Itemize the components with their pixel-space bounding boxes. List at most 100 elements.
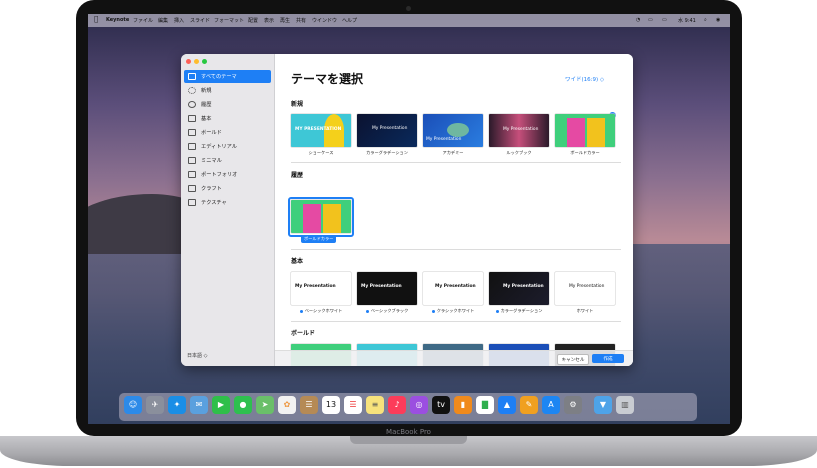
cancel-button[interactable]: キャンセル: [557, 354, 589, 365]
facetime-icon[interactable]: ▶: [212, 396, 230, 414]
app-menu[interactable]: Keynote: [106, 17, 129, 23]
theme-label-text: カラーグラデーション: [500, 308, 543, 313]
sidebar-item-texture[interactable]: テクスチャ: [184, 196, 271, 209]
theme-thumb-bold-color[interactable]: [555, 114, 615, 147]
create-button[interactable]: 作成: [592, 354, 624, 363]
thumb-title: My Presentation: [361, 284, 402, 289]
section-new-heading: 新規: [291, 101, 304, 108]
sidebar-item-label: すべてのテーマ: [201, 74, 237, 80]
menu-arrange[interactable]: 配置: [248, 17, 258, 24]
aspect-ratio-popup[interactable]: ワイド(16:9) ◇: [565, 75, 604, 83]
basic-icon: [188, 115, 196, 122]
sidebar-item-new[interactable]: 新規: [184, 84, 271, 97]
minimize-button[interactable]: [194, 59, 199, 64]
trash-icon[interactable]: ▥: [616, 396, 634, 414]
menu-view[interactable]: 表示: [264, 17, 274, 24]
battery-icon[interactable]: ▭: [662, 17, 667, 23]
music-icon[interactable]: ♪: [388, 396, 406, 414]
menu-play[interactable]: 再生: [280, 17, 290, 24]
zoom-button[interactable]: [202, 59, 207, 64]
texture-icon: [188, 199, 196, 206]
theme-figure: [303, 204, 321, 233]
finder-icon[interactable]: ☺: [124, 396, 142, 414]
launchpad-icon[interactable]: ✈: [146, 396, 164, 414]
reminders-icon[interactable]: ☰: [344, 396, 362, 414]
siri-icon[interactable]: ◉: [716, 17, 720, 23]
clock[interactable]: 水 9:41: [678, 17, 696, 24]
thumb-title: My Presentation: [426, 137, 462, 142]
notes-icon[interactable]: ≡: [366, 396, 384, 414]
camera: [406, 6, 411, 11]
menu-slide[interactable]: スライド: [190, 17, 210, 24]
sidebar-item-label: 履歴: [201, 102, 212, 108]
tv-icon[interactable]: tv: [432, 396, 450, 414]
sidebar-item-bold[interactable]: ボールド: [184, 126, 271, 139]
contacts-icon[interactable]: ☰: [300, 396, 318, 414]
menu-window[interactable]: ウインドウ: [312, 17, 337, 24]
apple-menu-icon[interactable]: : [94, 15, 98, 23]
theme-thumb-basic-gradient[interactable]: My Presentation: [489, 272, 549, 305]
language-selector[interactable]: 日本語 ◇: [187, 352, 207, 359]
thumb-title: MY PRESENTATION: [295, 127, 342, 132]
pages-icon[interactable]: ✎: [520, 396, 538, 414]
airplay-icon[interactable]: ▭: [648, 17, 653, 23]
theme-thumb-academy[interactable]: My Presentation: [423, 114, 483, 147]
menu-file[interactable]: ファイル: [133, 17, 153, 24]
mail-icon[interactable]: ✉: [190, 396, 208, 414]
theme-label-text: ベーシックブラック: [370, 308, 409, 313]
keynote-icon[interactable]: ▲: [498, 396, 516, 414]
theme-thumb-color-gradient[interactable]: My Presentation: [357, 114, 417, 147]
section-divider: [291, 321, 621, 322]
menu-help[interactable]: ヘルプ: [342, 17, 357, 24]
sidebar-item-editorial[interactable]: エディトリアル: [184, 140, 271, 153]
calendar-icon[interactable]: 13: [322, 396, 340, 414]
photos-icon[interactable]: ✿: [278, 396, 296, 414]
sidebar-item-craft[interactable]: クラフト: [184, 182, 271, 195]
sidebar-item-label: ミニマル: [201, 158, 222, 164]
sidebar-item-all-themes[interactable]: すべてのテーマ: [184, 70, 271, 83]
sidebar-item-label: ボールド: [201, 130, 222, 136]
theme-thumb-recent-bold-color[interactable]: [291, 200, 351, 233]
wifi-icon[interactable]: ◔: [636, 17, 640, 23]
theme-thumb-white[interactable]: My Presentation: [555, 272, 615, 305]
system-preferences-icon[interactable]: ⚙: [564, 396, 582, 414]
podcasts-icon[interactable]: ◎: [410, 396, 428, 414]
theme-thumb-basic-black[interactable]: My Presentation: [357, 272, 417, 305]
download-dot-icon: [431, 309, 435, 313]
close-button[interactable]: [186, 59, 191, 64]
thumb-title: My Presentation: [372, 126, 408, 131]
menu-format[interactable]: フォーマット: [214, 17, 244, 24]
section-bold-heading: ボールド: [291, 330, 316, 337]
theme-label-text: クラシックホワイト: [436, 308, 475, 313]
menu-share[interactable]: 共有: [296, 17, 306, 24]
sidebar-item-label: ポートフォリオ: [201, 172, 238, 178]
history-icon: [188, 101, 196, 108]
theme-label-text: ベーシックホワイト: [304, 308, 343, 313]
thumb-title: My Presentation: [435, 284, 476, 289]
downloads-icon[interactable]: ▼: [594, 396, 612, 414]
spotlight-icon[interactable]: ⌕: [704, 17, 707, 23]
sidebar-item-portfolio[interactable]: ポートフォリオ: [184, 168, 271, 181]
menu-insert[interactable]: 挿入: [174, 17, 184, 24]
sidebar-item-minimal[interactable]: ミニマル: [184, 154, 271, 167]
app-store-icon[interactable]: A: [542, 396, 560, 414]
messages-icon[interactable]: ●: [234, 396, 252, 414]
download-dot-icon: [365, 309, 369, 313]
theme-thumb-basic-white[interactable]: My Presentation: [291, 272, 351, 305]
sidebar-item-label: テクスチャ: [201, 200, 227, 206]
laptop-notch: [350, 436, 467, 444]
minimal-icon: [188, 157, 196, 164]
numbers-icon[interactable]: ▇: [476, 396, 494, 414]
sidebar-item-basic[interactable]: 基本: [184, 112, 271, 125]
menu-edit[interactable]: 編集: [158, 17, 168, 24]
thumb-title: My Presentation: [295, 284, 336, 289]
books-icon[interactable]: ▮: [454, 396, 472, 414]
maps-icon[interactable]: ➤: [256, 396, 274, 414]
bold-icon: [188, 129, 196, 136]
theme-thumb-lookbook[interactable]: My Presentation: [489, 114, 549, 147]
theme-thumb-classic-white[interactable]: My Presentation: [423, 272, 483, 305]
theme-thumb-showcase[interactable]: MY PRESENTATION: [291, 114, 351, 147]
sidebar-item-label: エディトリアル: [201, 144, 237, 150]
sidebar-item-history[interactable]: 履歴: [184, 98, 271, 111]
safari-icon[interactable]: ✦: [168, 396, 186, 414]
